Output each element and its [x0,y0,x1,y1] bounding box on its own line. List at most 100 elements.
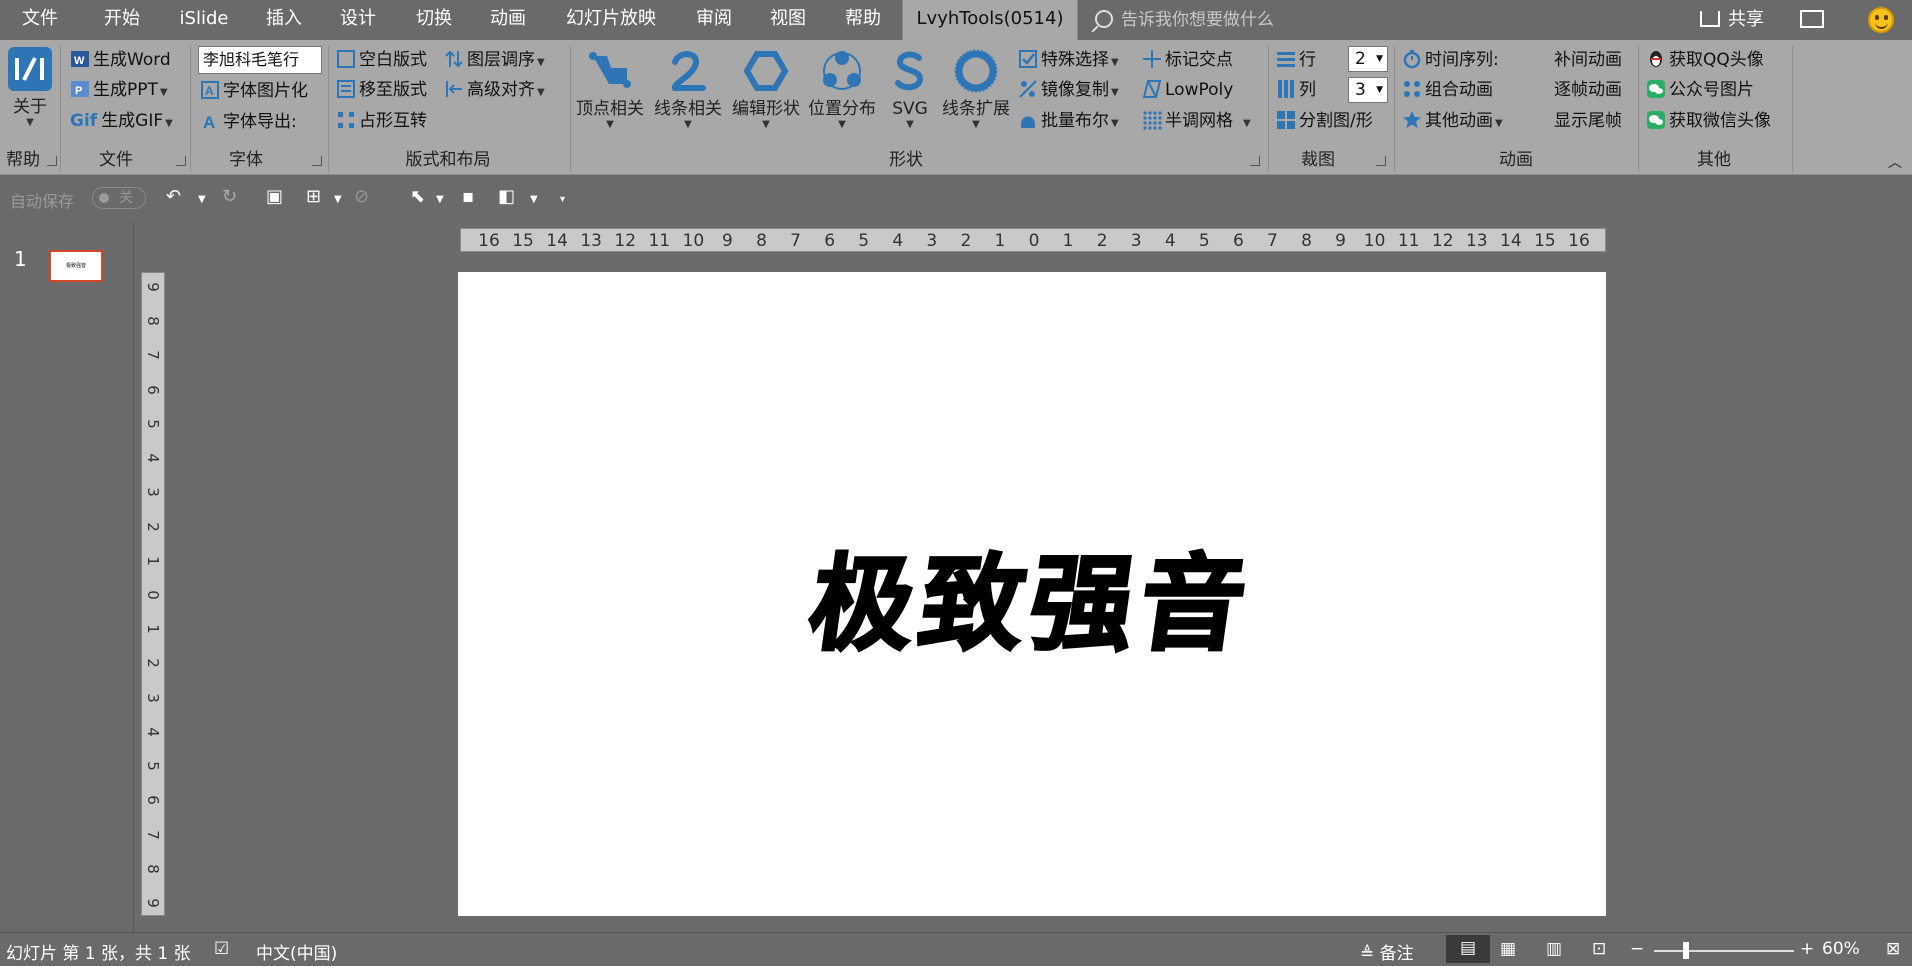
edit-shape-button[interactable]: 编辑形状 ▼ [728,48,804,130]
tab-animations[interactable]: 动画 [482,0,534,40]
comment-icon[interactable] [1800,10,1824,28]
svg-button[interactable]: SVG ▼ [882,48,938,130]
rows-label: 行 [1299,50,1316,70]
line-button[interactable]: 线条相关 ▼ [650,48,726,130]
select-pointer-icon[interactable]: ⬉ [410,186,425,207]
special-select-button[interactable]: 特殊选择 ▼ [1018,49,1119,74]
group-label-other: 其他 [1697,150,1731,170]
line-expand-button[interactable]: 线条扩展 ▼ [938,48,1014,130]
timeline-button[interactable]: 时间序列: [1402,49,1499,71]
font-export-icon: A [203,113,215,131]
vertical-ruler[interactable]: 9 8 7 6 5 4 3 2 1 0 1 2 3 4 5 6 7 8 9 [141,272,165,916]
mirror-copy-button[interactable]: 镜像复制 ▼ [1018,79,1119,104]
chevron-down-icon[interactable]: ▼ [530,194,538,205]
distribute-button[interactable]: 位置分布 ▼ [804,48,880,130]
get-wechat-avatar-button[interactable]: 获取微信头像 [1646,110,1771,132]
zoom-out-icon[interactable]: − [1630,939,1644,959]
reading-view-icon[interactable]: ▥ [1546,939,1562,959]
checkbox-icon [1019,50,1037,68]
tab-insert[interactable]: 插入 [258,0,310,40]
tab-review[interactable]: 审阅 [686,0,742,40]
dialog-launcher-icon[interactable] [1376,156,1386,166]
font-name-dropdown[interactable]: 李旭科毛笔行 [198,46,322,74]
zoom-level[interactable]: 60% [1822,939,1860,959]
chevron-down-icon[interactable]: ▼ [198,194,206,205]
tab-home[interactable]: 开始 [94,0,150,40]
generate-ppt-button[interactable]: P 生成PPT ▼ [70,79,168,104]
slide-thumbnail[interactable]: 极致强音 [49,250,103,282]
font-export-button[interactable]: A 字体导出: [200,111,297,133]
tab-view[interactable]: 视图 [762,0,814,40]
combo-animation-button[interactable]: 组合动画 [1402,79,1493,101]
mark-intersection-button[interactable]: 标记交点 [1142,49,1233,71]
shape-fill-icon[interactable]: ⊘ [354,186,369,207]
other-animation-button[interactable]: 其他动画 ▼ [1402,110,1503,135]
frame-animation-button[interactable]: 逐帧动画 [1554,79,1622,101]
slideshow-view-icon[interactable]: ⊡ [1592,939,1606,959]
feedback-smiley-icon[interactable] [1868,7,1894,33]
batch-boolean-button[interactable]: 批量布尔 ▼ [1018,110,1119,135]
tab-transitions[interactable]: 切换 [408,0,460,40]
rows-spinner[interactable]: 2 ▼ [1348,46,1388,72]
wechat-pub-image-button[interactable]: 公众号图片 [1646,79,1754,101]
customize-toolbar-icon[interactable]: ▾ [560,194,565,205]
halftone-grid-button[interactable]: 半调网格 ▼ [1142,110,1251,135]
autosave-toggle[interactable]: 关 [92,187,146,209]
zoom-slider-thumb[interactable] [1683,942,1690,959]
normal-view-icon[interactable]: ▤ [1446,935,1490,963]
slide-sorter-icon[interactable]: ▦ [1500,939,1516,959]
advanced-align-button[interactable]: 高级对齐 ▼ [444,79,545,104]
fit-to-window-icon[interactable]: ⊠ [1886,939,1900,959]
dialog-launcher-icon[interactable] [176,156,186,166]
arrange-icon[interactable]: ◧ [498,186,515,207]
generate-gif-button[interactable]: Gif 生成GIF ▼ [70,110,173,135]
hexagon-icon [743,51,789,91]
group-label-shape: 形状 [889,150,923,170]
slide-title-text[interactable]: 极致强音 [413,272,1652,916]
cols-spinner[interactable]: 3 ▼ [1348,77,1388,103]
placeholder-swap-button[interactable]: 占形互转 [336,110,427,132]
slide-count-status[interactable]: 幻灯片 第 1 张，共 1 张 [6,939,191,964]
ruler-tick-label: 14 [546,231,568,251]
share-button[interactable]: 共享 [1700,0,1764,40]
tab-help[interactable]: 帮助 [836,0,890,40]
dialog-launcher-icon[interactable] [312,156,322,166]
slide-canvas[interactable]: 极致强音 [458,272,1606,916]
save-icon[interactable]: ▪ [462,186,474,207]
about-button[interactable]: 关于 ▼ [4,46,56,128]
tab-lvyhtools[interactable]: LvyhTools(0514) [902,0,1078,40]
show-tail-frame-button[interactable]: 显示尾帧 [1554,110,1622,132]
layer-order-button[interactable]: 图层调序 ▼ [444,49,545,74]
tell-me-search[interactable]: 告诉我你想要做什么 [1095,0,1274,40]
redo-icon[interactable]: ↻ [222,186,237,207]
chevron-down-icon: ▼ [972,119,980,130]
tab-file[interactable]: 文件 [14,0,66,40]
zoom-slider-track[interactable] [1654,950,1794,952]
font-to-image-button[interactable]: A 字体图片化 [200,80,308,102]
tab-slideshow[interactable]: 幻灯片放映 [556,0,666,40]
undo-icon[interactable]: ↶ [166,186,181,207]
ruler-tick-label: 0 [144,590,162,600]
accessibility-check-icon[interactable]: ☑ [214,939,229,959]
format-painter-icon[interactable]: ⊞ [306,186,321,207]
generate-word-button[interactable]: W 生成Word [70,49,171,71]
horizontal-ruler[interactable]: 16 15 14 13 12 11 10 9 8 7 6 5 4 3 2 1 0 1 2 3 4 5 6 7 8 9 10 11 12 1… [460,228,1606,252]
get-qq-avatar-button[interactable]: 获取QQ头像 [1646,49,1764,71]
present-from-start-icon[interactable]: ▣ [266,186,283,207]
blank-layout-button[interactable]: 空白版式 [336,49,427,71]
lowpoly-button[interactable]: LowPoly [1142,79,1233,101]
move-to-layout-button[interactable]: 移至版式 [336,79,427,101]
tab-design[interactable]: 设计 [332,0,384,40]
chevron-down-icon[interactable]: ▼ [436,194,444,205]
tab-islide[interactable]: iSlide [170,0,238,40]
zoom-in-icon[interactable]: + [1800,939,1814,959]
language-status[interactable]: 中文(中国) [256,939,337,964]
collapse-ribbon-icon[interactable]: ︿ [1888,152,1902,172]
dialog-launcher-icon[interactable] [47,156,57,166]
dialog-launcher-icon[interactable] [1250,156,1260,166]
chevron-down-icon[interactable]: ▼ [334,194,342,205]
tween-animation-button[interactable]: 补间动画 [1554,49,1622,71]
vertex-button[interactable]: 顶点相关 ▼ [572,48,648,130]
split-image-button[interactable]: 分割图/形 [1276,110,1373,132]
notes-button[interactable]: ≜ 备注 [1360,939,1414,964]
